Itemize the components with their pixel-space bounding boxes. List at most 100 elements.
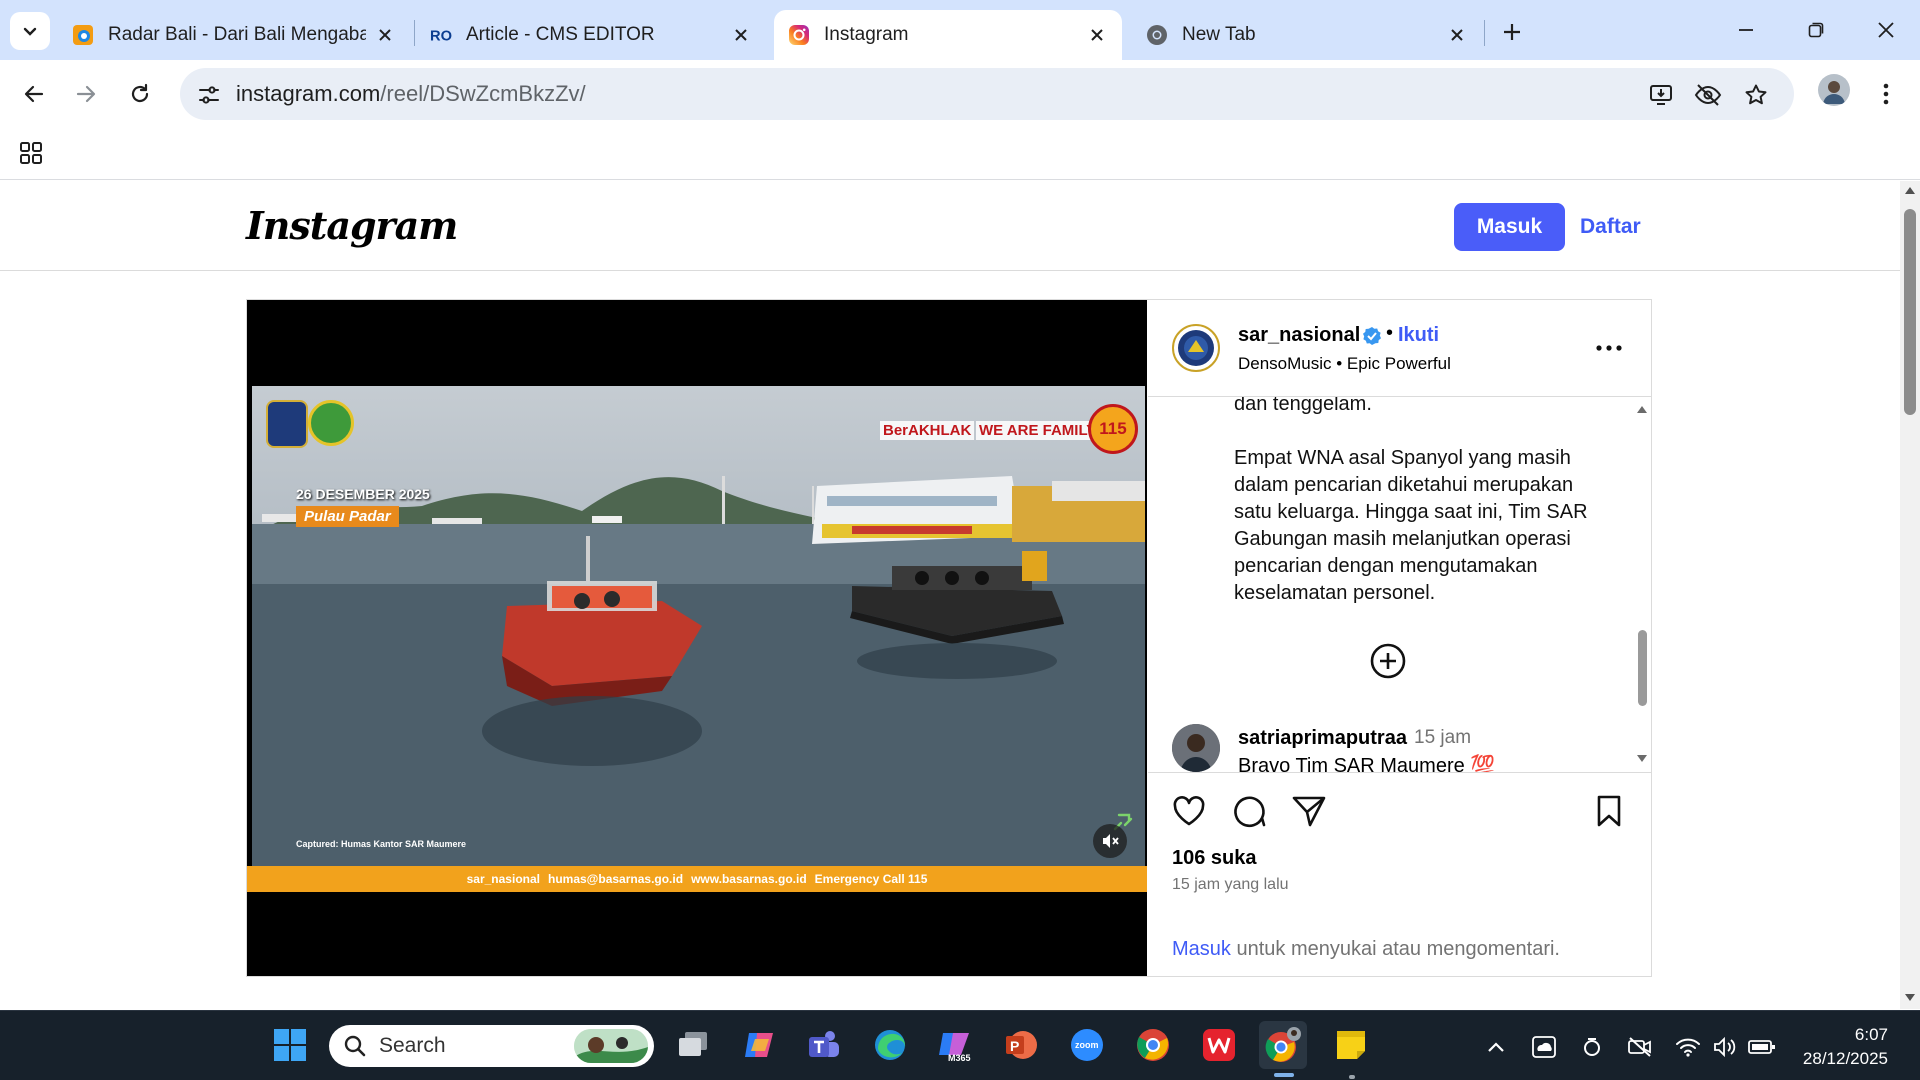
reload-icon [131,83,149,103]
audio-attribution[interactable]: DensoMusic • Epic Powerful [1238,354,1451,374]
taskbar-chrome[interactable] [1129,1021,1177,1069]
install-app-icon[interactable] [1648,81,1676,109]
author-avatar[interactable] [1172,324,1220,372]
address-bar[interactable]: instagram.com/reel/DSwZcmBkzZv/ [180,68,1794,120]
site-settings-icon[interactable] [196,82,222,108]
page-scrollbar[interactable] [1900,181,1920,1009]
verified-badge-icon [1363,327,1381,345]
tray-overflow-button[interactable] [1482,1033,1510,1061]
commenter-username[interactable]: satriaprimaputraa [1238,727,1407,750]
zoom-icon: zoom [1071,1029,1103,1061]
signup-link[interactable]: Daftar [1580,203,1641,251]
tray-volume[interactable] [1712,1033,1740,1061]
svg-text:RO: RO [430,29,452,45]
chrome-icon [1137,1029,1169,1061]
close-tab-icon[interactable] [1086,24,1108,46]
tray-sync-status[interactable] [1578,1033,1606,1061]
like-heart-icon[interactable] [1170,792,1208,830]
reload-button[interactable] [120,74,160,114]
search-icon [344,1035,366,1057]
url-text[interactable]: instagram.com/reel/DSwZcmBkzZv/ [236,81,586,107]
video-scene [252,476,1145,866]
tab-instagram[interactable]: Instagram [774,10,1122,60]
tab-title: New Tab [1182,24,1256,45]
video-footer-strip: sar_nasional humas@basarnas.go.id www.ba… [247,866,1147,892]
close-tab-icon[interactable] [1446,24,1468,46]
caption-line: dan tenggelam. [1234,397,1372,415]
reel-post: 26 DESEMBER 2025 Pulau Padar BerAKHLAK W… [246,299,1652,977]
taskbar-task-view[interactable] [669,1021,717,1069]
author-username[interactable]: sar_nasional [1238,324,1360,347]
taskbar-m365[interactable]: M365 [931,1021,979,1069]
tray-onedrive[interactable] [1530,1033,1558,1061]
tray-camera-off[interactable] [1626,1033,1654,1061]
comments-scrollbar-thumb[interactable] [1638,630,1647,706]
taskbar-clock[interactable]: 6:07 28/12/2025 [1796,1023,1888,1071]
m365-label: M365 [948,1053,971,1063]
tab-search-button[interactable] [10,12,50,50]
scroll-down-arrow-icon[interactable] [1636,753,1648,765]
search-highlight-art [574,1029,648,1063]
taskbar-copilot[interactable] [735,1021,783,1069]
taskbar-edge[interactable] [866,1021,914,1069]
post-header: sar_nasional • Ikuti DensoMusic • Epic P… [1148,300,1652,397]
back-button[interactable] [14,74,54,114]
start-button[interactable] [266,1021,314,1069]
instagram-logo[interactable]: Instagram [246,203,458,248]
tracking-protection-icon[interactable] [1694,81,1722,109]
minimize-button[interactable] [1716,10,1776,50]
taskbar-zoom[interactable]: zoom [1063,1021,1111,1069]
minimize-icon [1739,29,1753,31]
taskbar-sticky-notes[interactable] [1327,1021,1375,1069]
page-scroll-up-icon[interactable] [1904,185,1916,195]
taskbar-powerpoint[interactable]: P [997,1021,1045,1069]
zoom-label: zoom [1075,1040,1099,1050]
taskbar-wps[interactable] [1195,1021,1243,1069]
svg-text:P: P [1010,1038,1019,1054]
tab-new-tab[interactable]: New Tab [1132,10,1482,60]
page-scrollbar-thumb[interactable] [1904,209,1916,415]
video-frame: 26 DESEMBER 2025 Pulau Padar BerAKHLAK W… [252,386,1145,866]
footer-email: humas@basarnas.go.id [547,872,684,886]
tab-cms-editor[interactable]: RO Article - CMS EDITOR [416,10,766,60]
caption-line: satu keluarga. Hingga saat ini, Tim SAR [1234,501,1588,523]
login-prompt-link[interactable]: Masuk [1172,938,1231,960]
comment-bubble-icon[interactable] [1230,792,1268,830]
taskbar-chrome-profile[interactable] [1259,1021,1307,1069]
like-count[interactable]: 106 suka [1172,847,1257,870]
login-prompt-text: untuk menyukai atau mengomentari. [1230,938,1560,960]
tab-title: Instagram [824,24,909,45]
instagram-favicon [788,24,810,46]
caption-line: pencarian dengan mengutamakan [1234,555,1538,577]
save-bookmark-icon[interactable] [1590,792,1628,830]
new-tab-button[interactable] [1494,14,1530,50]
browser-menu-button[interactable] [1874,78,1898,110]
tray-battery[interactable] [1748,1033,1776,1061]
page-scroll-down-icon[interactable] [1904,993,1916,1003]
commenter-avatar[interactable] [1172,724,1220,772]
browser-toolbar: instagram.com/reel/DSwZcmBkzZv/ [0,60,1920,128]
close-window-button[interactable] [1856,10,1916,50]
login-button[interactable]: Masuk [1454,203,1565,251]
apps-grid-icon[interactable] [18,140,44,166]
restore-button[interactable] [1786,10,1846,50]
reel-video-player[interactable]: 26 DESEMBER 2025 Pulau Padar BerAKHLAK W… [247,300,1147,976]
share-paper-plane-icon[interactable] [1290,792,1328,830]
taskbar-search-box[interactable]: Search [329,1025,654,1067]
profile-avatar[interactable] [1818,74,1850,106]
follow-button[interactable]: Ikuti [1398,324,1439,347]
close-tab-icon[interactable] [730,24,752,46]
mute-button[interactable] [1093,824,1127,858]
close-tab-icon[interactable] [374,24,396,46]
instagram-header: Instagram Masuk Daftar [0,181,1900,271]
more-options-icon[interactable] [1594,336,1624,360]
tab-title: Article - CMS EDITOR [466,24,655,45]
forward-button[interactable] [66,74,106,114]
bookmark-star-icon[interactable] [1742,81,1770,109]
taskbar-teams[interactable] [800,1021,848,1069]
scroll-up-arrow-icon[interactable] [1636,403,1648,415]
tray-wifi[interactable] [1674,1033,1702,1061]
load-more-comments-icon[interactable] [1369,642,1407,680]
tab-radar-bali[interactable]: Radar Bali - Dari Bali Mengabar [58,10,410,60]
arrow-left-icon [24,85,44,103]
